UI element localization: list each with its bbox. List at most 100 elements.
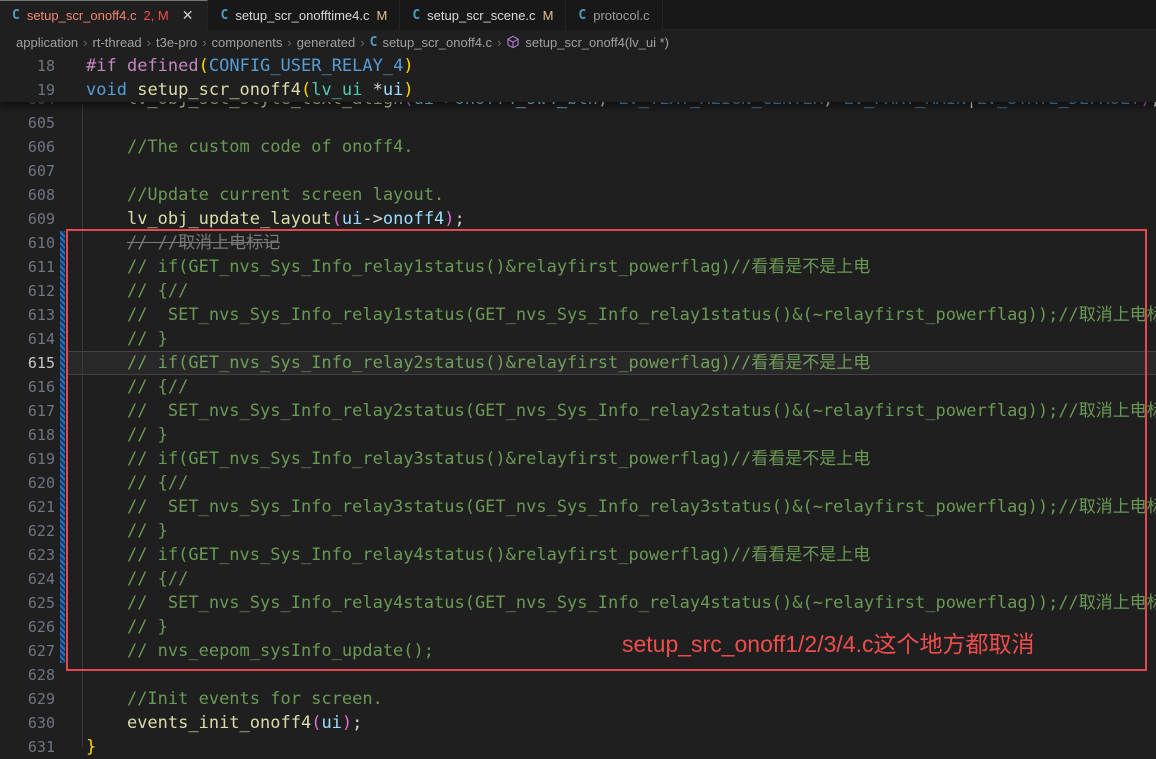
line-number: 626 [0,615,55,639]
code-line-19[interactable]: 19void setup_scr_onoff4(lv_ui *ui) [0,78,1156,102]
breadcrumb: application › rt-thread › t3e-pro › compone… [0,30,1156,54]
code-line-631[interactable]: 631} [0,735,1156,759]
chevron-right-icon: › [147,35,151,50]
c-file-icon: C [578,8,586,23]
line-number: 615 [0,351,55,375]
breadcrumb-file[interactable]: setup_scr_onoff4.c [382,35,492,50]
chevron-right-icon: › [497,35,501,50]
breadcrumb-item[interactable]: application [16,35,78,50]
breadcrumb-item[interactable]: generated [297,35,356,50]
code-line-629[interactable]: 629 //Init events for screen. [0,687,1156,711]
line-number: 619 [0,447,55,471]
breadcrumb-symbol[interactable]: setup_scr_onoff4(lv_ui *) [525,35,669,50]
line-content: // //取消上电标记 [86,231,280,255]
line-content: // SET_nvs_Sys_Info_relay4status(GET_nvs… [86,591,1156,615]
code-line-617[interactable]: 617 // SET_nvs_Sys_Info_relay2status(GET… [0,399,1156,423]
line-content: //The custom code of onoff4. [86,135,414,159]
tab-setup-scr-onofftime4[interactable]: C setup_scr_onofftime4.c M [208,0,400,30]
line-number: 605 [0,111,55,135]
line-number: 614 [0,327,55,351]
line-number: 617 [0,399,55,423]
line-number: 609 [0,207,55,231]
code-line-605[interactable]: 605 [0,111,1156,135]
git-modified-badge: M [543,8,554,23]
code-line-621[interactable]: 621 // SET_nvs_Sys_Info_relay3status(GET… [0,495,1156,519]
line-number: 624 [0,567,55,591]
line-number: 18 [0,54,55,78]
code-line-626[interactable]: 626 // } [0,615,1156,639]
line-content: lv_obj_update_layout(ui->onoff4); [86,207,465,231]
line-content: //Init events for screen. [86,687,383,711]
code-line-624[interactable]: 624 // {// [0,567,1156,591]
code-line-609[interactable]: 609 lv_obj_update_layout(ui->onoff4); [0,207,1156,231]
code-line-611[interactable]: 611 // if(GET_nvs_Sys_Info_relay1status(… [0,255,1156,279]
code-line-615[interactable]: 615 // if(GET_nvs_Sys_Info_relay2status(… [0,351,1156,375]
line-number: 608 [0,183,55,207]
breadcrumb-item[interactable]: rt-thread [93,35,142,50]
code-line-614[interactable]: 614 // } [0,327,1156,351]
line-number: 613 [0,303,55,327]
c-file-icon: C [370,35,378,50]
c-file-icon: C [412,8,420,23]
chevron-right-icon: › [202,35,206,50]
tab-label: setup_scr_onoff4.c [27,8,137,23]
code-editor[interactable]: 604 lv_obj_set_style_text_align(ui->onof… [0,54,1156,747]
chevron-right-icon: › [83,35,87,50]
line-number: 611 [0,255,55,279]
breadcrumb-item[interactable]: components [212,35,283,50]
line-content: events_init_onoff4(ui); [86,711,362,735]
line-content: // } [86,327,168,351]
code-line-608[interactable]: 608 //Update current screen layout. [0,183,1156,207]
git-modified-gutter-marker [60,231,65,663]
code-line-619[interactable]: 619 // if(GET_nvs_Sys_Info_relay3status(… [0,447,1156,471]
line-content: // {// [86,567,188,591]
chevron-right-icon: › [287,35,291,50]
line-number: 631 [0,735,55,759]
tab-protocol[interactable]: C protocol.c [566,0,662,30]
line-content: // {// [86,471,188,495]
code-line-616[interactable]: 616 // {// [0,375,1156,399]
code-line-627[interactable]: 627 // nvs_eepom_sysInfo_update(); [0,639,1156,663]
line-number: 616 [0,375,55,399]
line-content: // SET_nvs_Sys_Info_relay3status(GET_nvs… [86,495,1156,519]
line-number: 627 [0,639,55,663]
line-number: 612 [0,279,55,303]
code-line-613[interactable]: 613 // SET_nvs_Sys_Info_relay1status(GET… [0,303,1156,327]
code-line-612[interactable]: 612 // {// [0,279,1156,303]
tab-label: setup_scr_scene.c [427,8,535,23]
c-file-icon: C [220,8,228,23]
breadcrumb-item[interactable]: t3e-pro [156,35,197,50]
line-content: // {// [86,279,188,303]
line-content: // if(GET_nvs_Sys_Info_relay3status()&re… [86,447,870,471]
code-line-607[interactable]: 607 [0,159,1156,183]
code-line-622[interactable]: 622 // } [0,519,1156,543]
line-content: // SET_nvs_Sys_Info_relay1status(GET_nvs… [86,303,1156,327]
line-content: #if defined(CONFIG_USER_RELAY_4) [86,54,414,78]
code-line-18[interactable]: 18 #if defined(CONFIG_USER_RELAY_4) [0,54,1156,78]
code-line-618[interactable]: 618 // } [0,423,1156,447]
line-number: 606 [0,135,55,159]
line-content: // SET_nvs_Sys_Info_relay2status(GET_nvs… [86,399,1156,423]
tab-label: setup_scr_onofftime4.c [235,8,369,23]
tab-label: protocol.c [593,8,649,23]
code-line-606[interactable]: 606 //The custom code of onoff4. [0,135,1156,159]
code-line-628[interactable]: 628 [0,663,1156,687]
code-line-620[interactable]: 620 // {// [0,471,1156,495]
line-number: 629 [0,687,55,711]
line-content: //Update current screen layout. [86,183,444,207]
line-number: 630 [0,711,55,735]
git-modified-badge: M [376,8,387,23]
tab-setup-scr-scene[interactable]: C setup_scr_scene.c M [400,0,566,30]
code-line-623[interactable]: 623 // if(GET_nvs_Sys_Info_relay4status(… [0,543,1156,567]
tab-setup-scr-onoff4[interactable]: C setup_scr_onoff4.c 2, M ✕ [0,0,208,30]
sticky-scroll-header[interactable]: 18 #if defined(CONFIG_USER_RELAY_4)19void… [0,54,1156,102]
c-file-icon: C [12,8,20,23]
line-content: // } [86,519,168,543]
close-icon[interactable]: ✕ [180,7,196,24]
problems-modified-badge: 2, M [143,8,168,23]
code-line-625[interactable]: 625 // SET_nvs_Sys_Info_relay4status(GET… [0,591,1156,615]
code-line-630[interactable]: 630 events_init_onoff4(ui); [0,711,1156,735]
line-number: 622 [0,519,55,543]
code-line-610[interactable]: 610 // //取消上电标记 [0,231,1156,255]
line-number: 625 [0,591,55,615]
